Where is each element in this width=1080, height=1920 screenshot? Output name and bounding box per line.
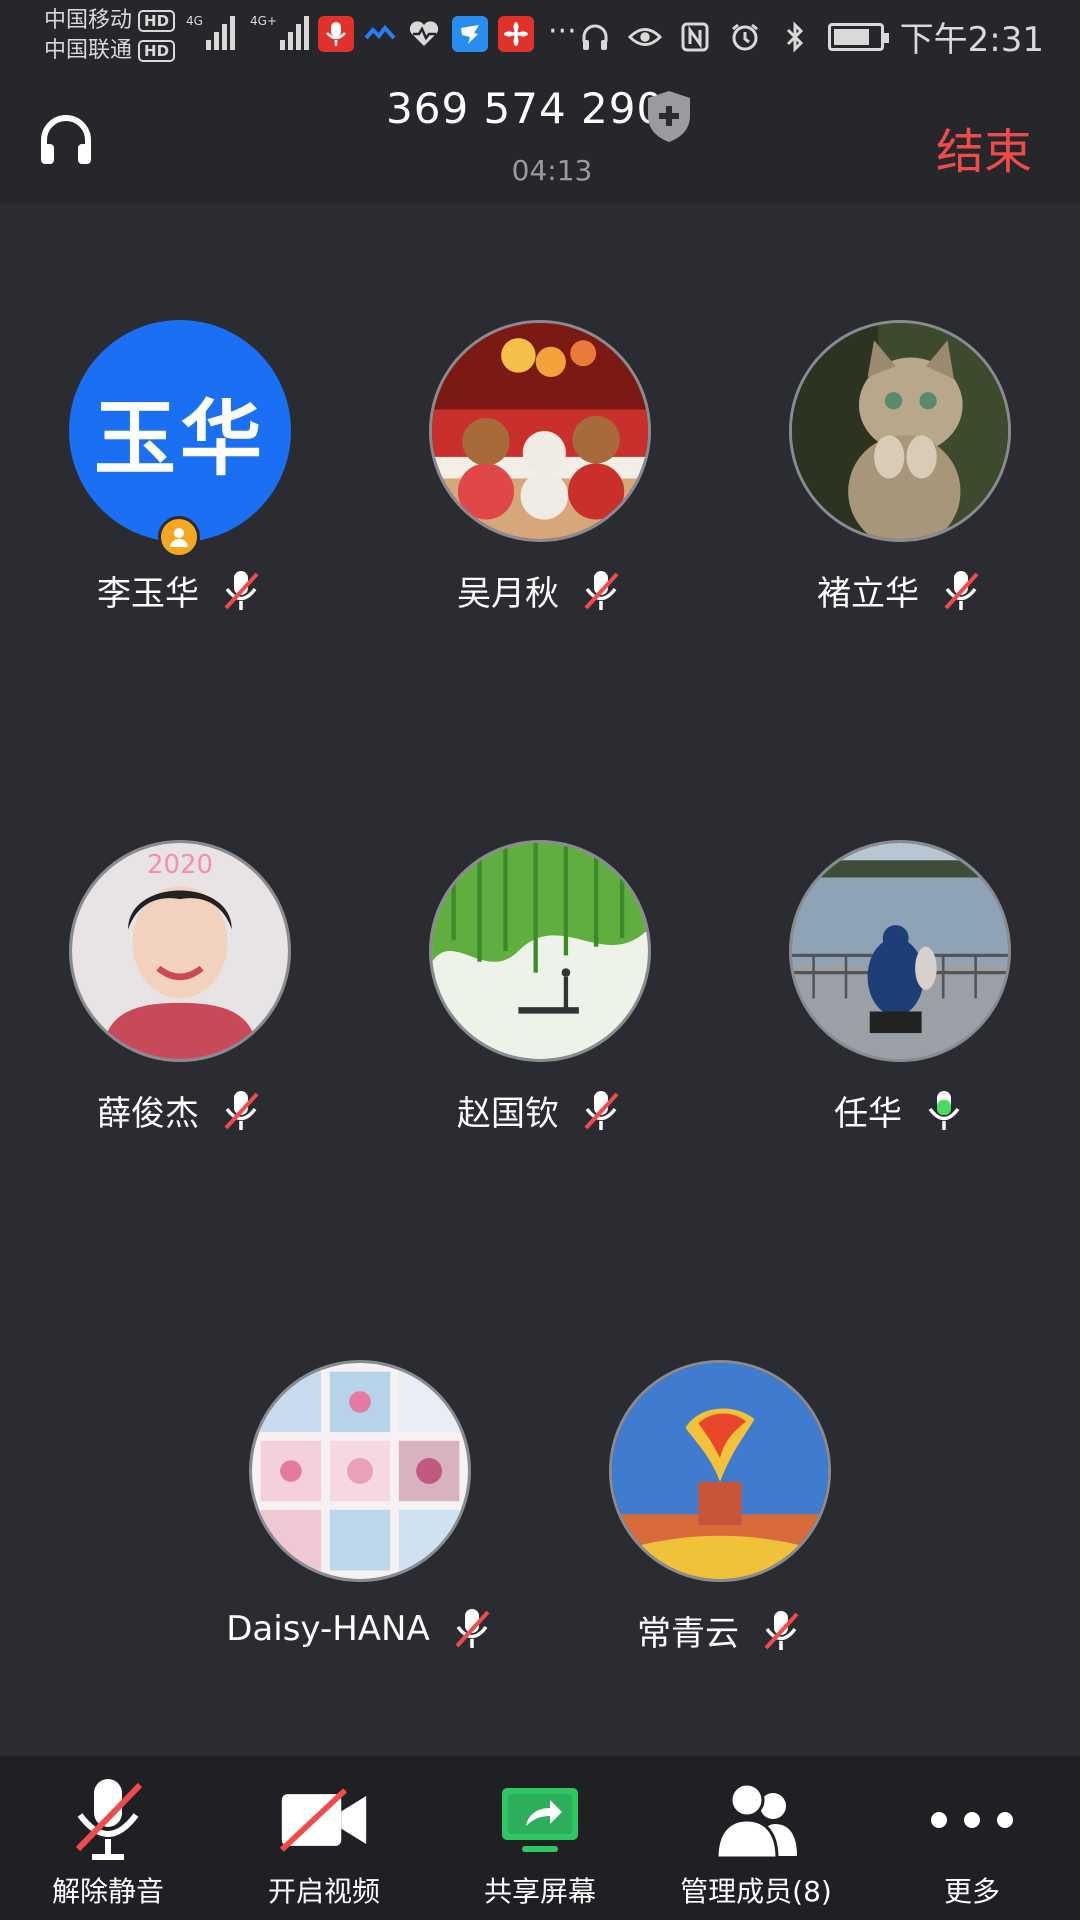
participant-tile[interactable]: 吴月秋 — [360, 320, 720, 620]
avatar — [609, 1360, 831, 1582]
call-header: 369 574 290 04:13 结束 — [0, 74, 1080, 204]
more-dots-icon — [926, 1774, 1018, 1866]
app-dingtalk-icon — [452, 16, 488, 52]
security-shield-icon[interactable] — [644, 88, 694, 144]
tool-label: 管理成员(8) — [680, 1875, 832, 1908]
participant-name: 吴月秋 — [457, 574, 559, 614]
avatar — [429, 840, 651, 1062]
members-icon — [710, 1774, 802, 1866]
nfc-icon — [678, 20, 712, 54]
carrier-info: 中国移动 HD 中国联通 HD — [44, 6, 176, 66]
mic-muted-icon — [455, 1609, 490, 1648]
participant-name: 薛俊杰 — [97, 1094, 199, 1134]
app-feishu-icon — [362, 16, 398, 52]
participant-tile[interactable]: 赵国钦 — [360, 840, 720, 1140]
carrier-2: 中国联通 — [44, 38, 133, 63]
avatar — [429, 320, 651, 542]
health-icon — [406, 16, 442, 52]
participant-name-row: 常青云 — [540, 1606, 900, 1655]
end-meeting-button[interactable]: 结束 — [936, 112, 1032, 182]
tool-label: 共享屏幕 — [483, 1875, 596, 1908]
headphone-status-icon — [578, 20, 612, 54]
video-off-icon — [278, 1774, 370, 1866]
mic-muted-icon — [224, 1090, 259, 1130]
hd-badge: HD — [138, 40, 176, 62]
tool-label: 更多 — [943, 1875, 1000, 1908]
bluetooth-icon — [778, 20, 812, 54]
status-bar: 中国移动 HD 中国联通 HD 4G 4G+ ··· 下午2:31 — [0, 0, 1080, 74]
avatar — [789, 320, 1011, 542]
carrier-1: 中国移动 — [44, 8, 133, 33]
participant-name: Daisy-HANA — [226, 1609, 430, 1649]
tool-label: 解除静音 — [51, 1875, 164, 1908]
mic-muted-icon — [764, 1610, 799, 1650]
mic-muted-icon — [62, 1774, 154, 1866]
mic-muted-icon — [224, 570, 259, 610]
hd-badge: HD — [138, 10, 176, 32]
participant-name-row: 吴月秋 — [360, 566, 720, 615]
mic-muted-icon — [944, 570, 979, 610]
system-icons: 下午2:31 — [578, 12, 1044, 61]
recorder-icon — [318, 16, 354, 52]
participant-name: 褚立华 — [817, 574, 919, 614]
more-notifications-icon: ··· — [548, 14, 577, 49]
avatar — [789, 840, 1011, 1062]
participant-name-row: 褚立华 — [720, 566, 1080, 615]
start-video-button[interactable]: 开启视频 — [216, 1756, 432, 1920]
tool-label: 开启视频 — [267, 1875, 380, 1908]
participant-name: 任华 — [834, 1094, 902, 1134]
signal-icon: 4G+ — [250, 14, 309, 50]
participant-name: 赵国钦 — [457, 1094, 559, 1134]
avatar — [249, 1360, 471, 1582]
manage-members-button[interactable]: 管理成员(8) — [648, 1756, 864, 1920]
participant-tile[interactable]: Daisy-HANA — [180, 1360, 540, 1660]
participant-name: 李玉华 — [97, 574, 199, 614]
svg-text:2020: 2020 — [147, 850, 213, 880]
alarm-icon — [728, 20, 762, 54]
app-huawei-icon — [498, 16, 534, 52]
participant-tile[interactable]: 褚立华 — [720, 320, 1080, 620]
participant-name-row: 赵国钦 — [360, 1086, 720, 1135]
more-button[interactable]: 更多 — [864, 1756, 1080, 1920]
battery-icon — [827, 22, 889, 51]
mic-muted-icon — [584, 1090, 619, 1130]
meeting-duration: 04:13 — [511, 154, 593, 187]
signal-icon: 4G — [186, 14, 235, 50]
share-screen-button[interactable]: 共享屏幕 — [432, 1756, 648, 1920]
participant-tile[interactable]: 任华 — [720, 840, 1080, 1140]
participant-name-row: 薛俊杰 — [0, 1086, 360, 1135]
mic-active-icon — [928, 1090, 960, 1130]
participant-name-row: 任华 — [720, 1086, 1080, 1135]
avatar: 2020 — [69, 840, 291, 1062]
participant-tile[interactable]: 常青云 — [540, 1360, 900, 1660]
share-screen-icon — [494, 1774, 586, 1866]
participant-tile[interactable]: 玉华 李玉华 — [0, 320, 360, 620]
avatar: 玉华 — [69, 320, 291, 542]
host-badge-icon — [158, 516, 200, 558]
mic-muted-icon — [584, 570, 619, 610]
participant-name-row: 李玉华 — [0, 566, 360, 615]
participant-name-row: Daisy-HANA — [140, 1606, 580, 1652]
participant-name: 常青云 — [637, 1614, 739, 1654]
status-time: 下午2:31 — [899, 20, 1044, 60]
eye-comfort-icon — [627, 20, 662, 54]
meeting-id[interactable]: 369 574 290 — [386, 84, 664, 133]
participant-tile[interactable]: 2020 薛俊杰 — [0, 840, 360, 1140]
unmute-button[interactable]: 解除静音 — [0, 1756, 216, 1920]
meeting-toolbar: 解除静音 开启视频 共享屏幕 管理成员(8) 更多 — [0, 1756, 1080, 1920]
